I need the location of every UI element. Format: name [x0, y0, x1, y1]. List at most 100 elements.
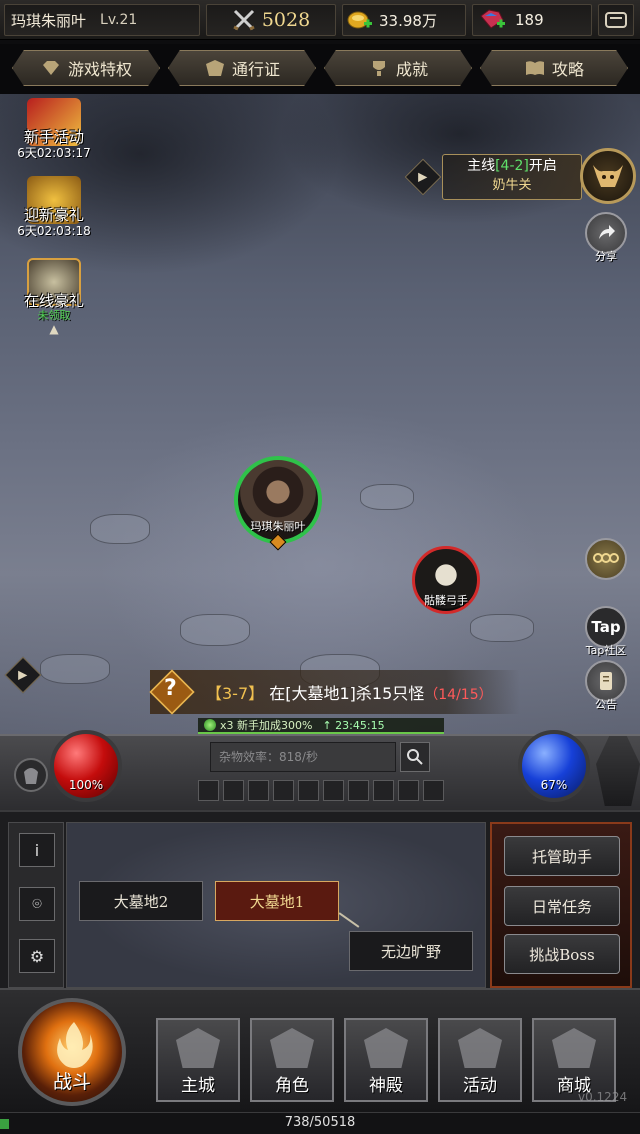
map-node-wild-plains[interactable]: 无边旷野: [349, 931, 473, 971]
collapse-arrow-icon[interactable]: ▲: [12, 322, 96, 336]
gear-icon: ⚙: [29, 946, 45, 966]
map-node-graveyard-2[interactable]: 大墓地2: [79, 881, 203, 921]
location-pin-icon: ⌾: [32, 894, 42, 913]
efficiency-display: 杂物效率：818/秒: [210, 742, 396, 772]
challenge-boss-button[interactable]: 挑战Boss: [504, 934, 620, 974]
bottom-navigation: 战斗 主城 角色 神殿 活动 商城: [0, 988, 640, 1112]
top-status-bar: 玛琪朱丽叶 Lv.21 5028 33.98万 189: [0, 0, 640, 40]
item-slot[interactable]: [273, 780, 294, 801]
tab-label: 成就: [395, 60, 428, 79]
combat-power-value: 5028: [261, 9, 311, 31]
location-button[interactable]: ⌾: [19, 887, 55, 921]
auto-assist-button[interactable]: 托管助手: [504, 836, 620, 876]
settings-button[interactable]: ⚙: [19, 939, 55, 973]
share-button[interactable]: 分享: [582, 212, 630, 264]
quest-stage: [4-2]: [495, 158, 529, 174]
nav-temple[interactable]: 神殿: [344, 1018, 428, 1102]
quest-suffix: 开启: [528, 158, 557, 174]
cobblestone: [360, 484, 414, 510]
combat-button[interactable]: 战斗: [18, 998, 126, 1106]
buff-text: x3 新手加成300%: [220, 719, 313, 732]
gold-counter[interactable]: 33.98万: [342, 4, 466, 36]
nav-label: 神殿: [369, 1076, 403, 1096]
menu-icon: [605, 11, 627, 29]
event-online-gift[interactable]: 在线豪礼 未领取 ▲: [12, 258, 96, 336]
buff-time-value: 23:45:15: [335, 718, 385, 732]
quest-expand-button[interactable]: ▶: [404, 158, 442, 196]
current-task[interactable]: ? 【3-7】 在[大墓地1]杀15只怪（14/15）: [149, 669, 520, 715]
map-area: 大墓地2 大墓地1 无边旷野: [66, 822, 486, 988]
cobblestone: [470, 614, 534, 642]
tab-privileges[interactable]: 游戏特权: [12, 50, 160, 86]
crest-icon: [205, 60, 224, 76]
map-node-graveyard-1[interactable]: 大墓地1: [215, 881, 339, 921]
task-stage: 【3-7】: [206, 684, 265, 703]
quest-prefix: 主线: [467, 158, 496, 174]
enemy-name: 骷髅弓手: [424, 594, 468, 607]
item-slot[interactable]: [223, 780, 244, 801]
feature-tabs: 游戏特权 通行证 成就 攻略: [0, 44, 640, 94]
demon-mask-icon: [458, 1028, 502, 1068]
main-menu-button[interactable]: [598, 4, 634, 36]
event-name: 迎新豪礼: [23, 206, 84, 224]
item-slot[interactable]: [423, 780, 444, 801]
boss-portal-button[interactable]: [580, 148, 636, 204]
event-newbie[interactable]: 新手活动 6天02:03:17: [12, 98, 96, 160]
event-timer: 6天02:03:18: [17, 224, 91, 238]
tap-community-button[interactable]: Tap Tap社区: [582, 606, 630, 658]
right-action-menu: 托管助手 日常任务 挑战Boss: [490, 822, 632, 988]
hp-value: 100%: [68, 778, 104, 792]
player-info[interactable]: 玛琪朱丽叶 Lv.21: [4, 4, 200, 36]
item-slot[interactable]: [348, 780, 369, 801]
bag-button[interactable]: [14, 758, 48, 792]
daily-tasks-button[interactable]: 日常任务: [504, 886, 620, 926]
nav-label: 主城: [181, 1076, 215, 1096]
gem-plus-icon[interactable]: [477, 8, 507, 32]
task-text: 【3-7】 在[大墓地1]杀15只怪（14/15）: [206, 680, 493, 704]
notice-label: 公告: [595, 698, 617, 711]
event-welcome-gift[interactable]: 迎新豪礼 6天02:03:18: [12, 176, 96, 238]
event-timer: 6天02:03:17: [17, 146, 91, 160]
item-slot[interactable]: [298, 780, 319, 801]
mp-orb: 67%: [518, 730, 590, 802]
tab-label: 游戏特权: [67, 60, 132, 79]
share-label: 分享: [595, 250, 617, 263]
item-slot[interactable]: [398, 780, 419, 801]
task-progress: （14/15）: [424, 687, 493, 703]
cow-skull-icon: [593, 165, 623, 187]
nav-label: 角色: [275, 1076, 309, 1096]
gold-value: 33.98万: [379, 11, 437, 30]
tap-logo-text: Tap: [591, 618, 621, 636]
map-connector: [338, 912, 360, 928]
nav-events[interactable]: 活动: [438, 1018, 522, 1102]
item-slot[interactable]: [323, 780, 344, 801]
tab-pass[interactable]: 通行证: [168, 50, 316, 86]
item-slot[interactable]: [373, 780, 394, 801]
question-mark-icon: ?: [164, 676, 177, 701]
nav-main-city[interactable]: 主城: [156, 1018, 240, 1102]
combat-label: 战斗: [52, 1071, 91, 1093]
gargoyle-ornament: [596, 736, 640, 806]
item-slot[interactable]: [198, 780, 219, 801]
tab-achievements[interactable]: 成就: [324, 50, 472, 86]
tab-label: 通行证: [231, 60, 280, 79]
search-button[interactable]: [400, 742, 430, 772]
task-description: 在[大墓地1]杀15只怪: [269, 684, 425, 703]
map-panel: ⅰ ⌾ ⚙ 大墓地2 大墓地1 无边旷野 托管助手 日常任务 挑战Boss: [0, 810, 640, 988]
brass-knuckles-icon: [585, 538, 627, 580]
game-field[interactable]: 新手活动 6天02:03:17 迎新豪礼 6天02:03:18 在线豪礼 未领取…: [0, 94, 640, 734]
cobblestone: [90, 514, 150, 544]
main-quest-banner[interactable]: 主线[4-2]开启 奶牛关: [442, 154, 582, 200]
item-slot[interactable]: [248, 780, 269, 801]
gold-coin-plus-icon[interactable]: [347, 8, 373, 32]
gem-counter[interactable]: 189: [472, 4, 592, 36]
experience-bar: 738/50518: [0, 1112, 640, 1134]
flame-icon: [57, 1022, 93, 1068]
nav-character[interactable]: 角色: [250, 1018, 334, 1102]
tab-guide[interactable]: 攻略: [480, 50, 628, 86]
info-button[interactable]: ⅰ: [19, 833, 55, 867]
brass-knuckles-button[interactable]: [582, 538, 630, 580]
notice-button[interactable]: 公告: [582, 660, 630, 712]
helmet-icon: [270, 1028, 314, 1068]
left-expand-button[interactable]: ▶: [4, 656, 42, 694]
